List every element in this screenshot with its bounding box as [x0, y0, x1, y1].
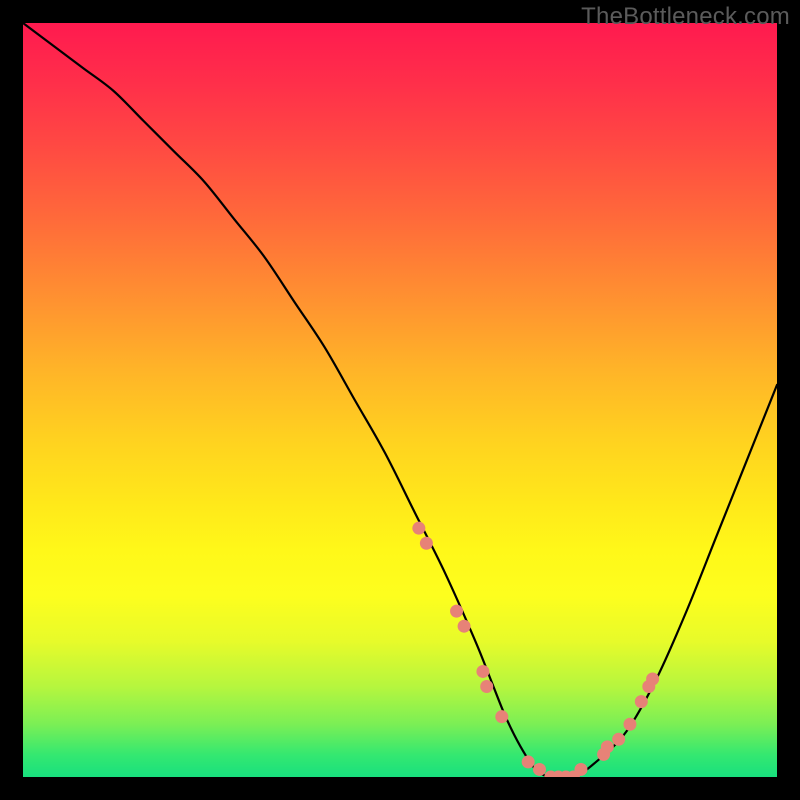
data-point-marker: [458, 620, 471, 633]
plot-area: [23, 23, 777, 777]
data-point-marker: [623, 718, 636, 731]
data-point-marker: [522, 755, 535, 768]
data-point-marker: [601, 740, 614, 753]
bottleneck-curve: [23, 23, 777, 777]
data-point-marker: [420, 537, 433, 550]
data-point-marker: [533, 763, 546, 776]
curve-markers: [412, 522, 659, 777]
data-point-marker: [412, 522, 425, 535]
data-point-marker: [574, 763, 587, 776]
data-point-marker: [476, 665, 489, 678]
data-point-marker: [480, 680, 493, 693]
data-point-marker: [495, 710, 508, 723]
data-point-marker: [646, 672, 659, 685]
chart-svg: [23, 23, 777, 777]
data-point-marker: [612, 733, 625, 746]
chart-frame: TheBottleneck.com: [0, 0, 800, 800]
data-point-marker: [635, 695, 648, 708]
watermark-text: TheBottleneck.com: [581, 3, 790, 31]
data-point-marker: [450, 605, 463, 618]
